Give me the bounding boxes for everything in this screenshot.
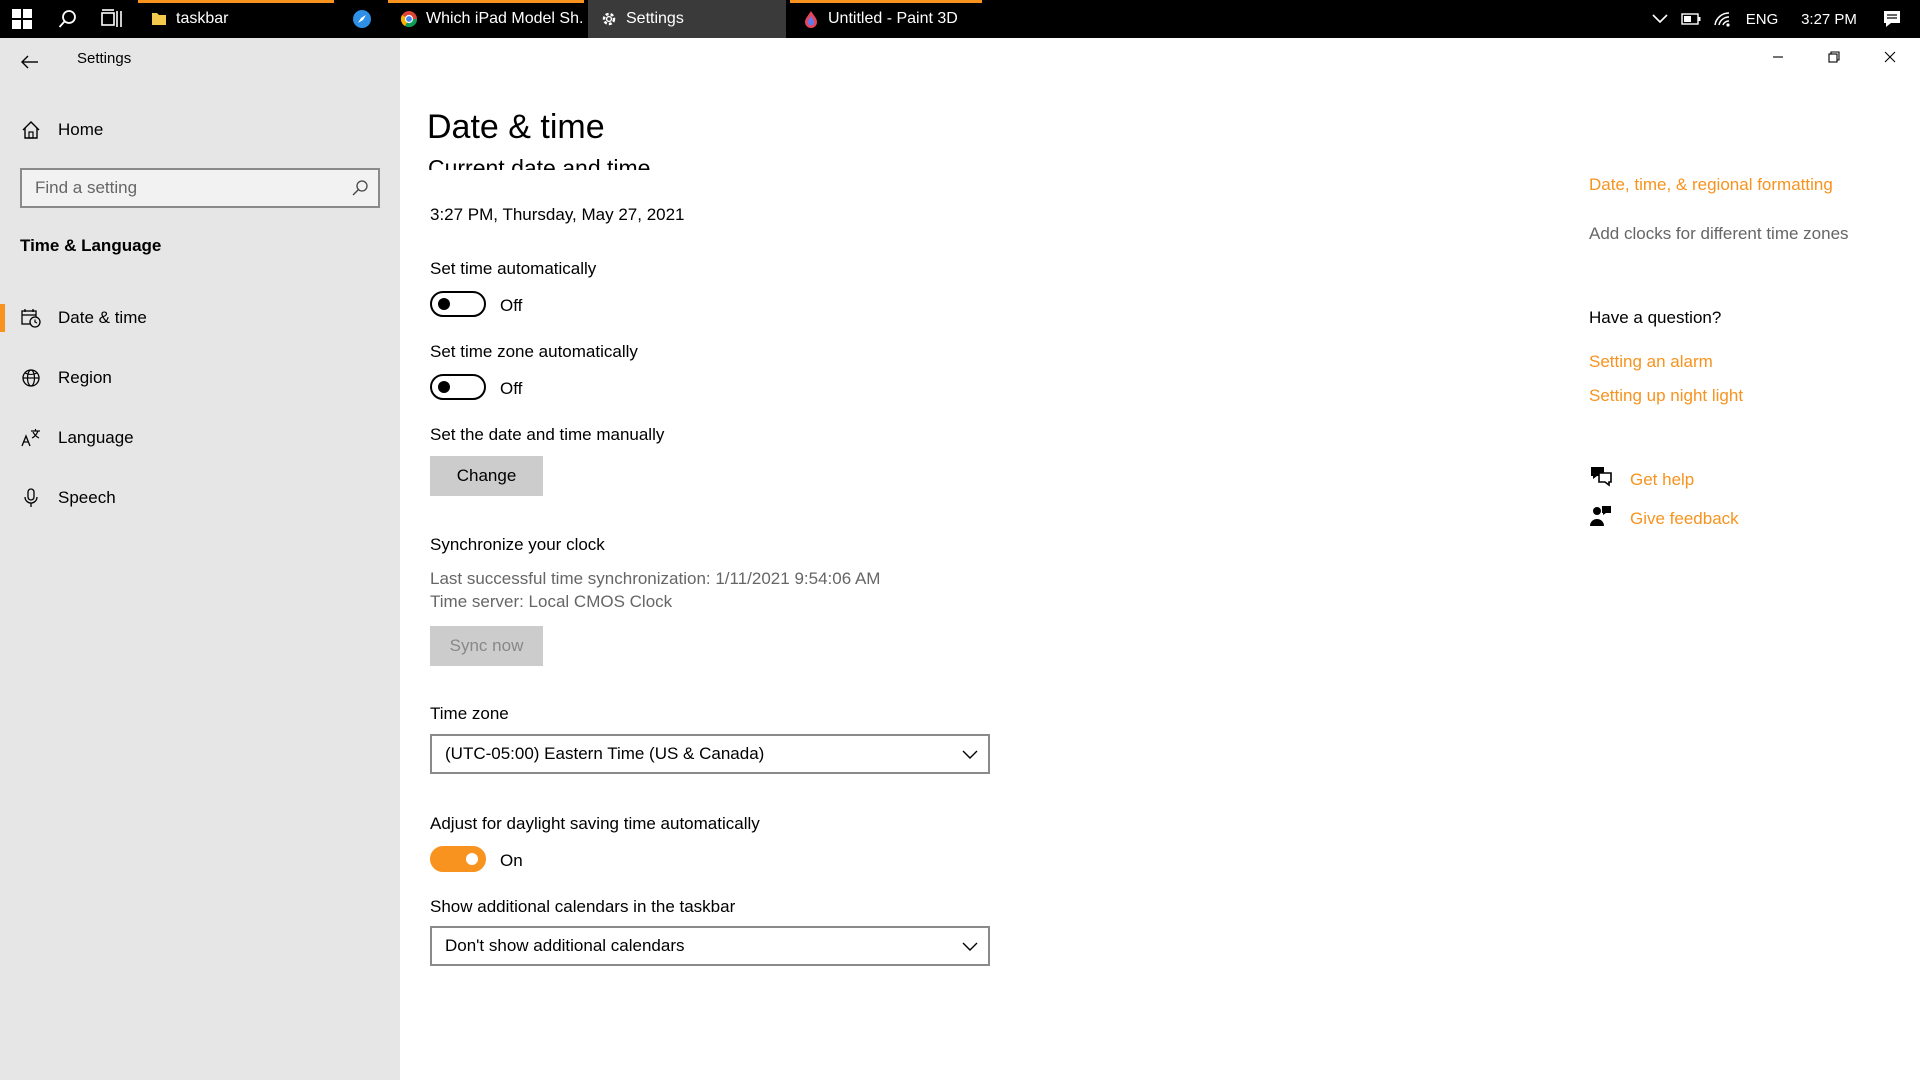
sidebar-item-label: Home — [58, 120, 104, 139]
sidebar-item-region[interactable]: Region — [0, 356, 400, 400]
input-language-button[interactable]: ENG — [1740, 0, 1784, 38]
task-label: Settings — [626, 10, 684, 27]
current-datetime: 3:27 PM, Thursday, May 27, 2021 — [430, 205, 685, 224]
last-sync-text: Last successful time synchronization: 1/… — [430, 569, 881, 588]
sync-heading: Synchronize your clock — [430, 535, 605, 554]
feedback-icon — [1590, 506, 1611, 526]
battery-icon — [1681, 13, 1701, 25]
battery-button[interactable] — [1676, 0, 1706, 38]
set-tz-auto-state: Off — [500, 379, 523, 398]
search-input[interactable] — [22, 170, 332, 206]
task-accent — [138, 0, 334, 3]
task-label: Which iPad Model Sh... — [426, 10, 584, 27]
sidebar-item-label: Region — [58, 368, 112, 387]
taskbar-item-chrome[interactable]: Which iPad Model Sh... — [388, 0, 584, 38]
language-icon — [20, 427, 42, 449]
time-zone-value: (UTC-05:00) Eastern Time (US & Canada) — [445, 744, 765, 763]
night-light-link[interactable]: Setting up night light — [1589, 386, 1743, 406]
give-feedback-link[interactable]: Give feedback — [1630, 509, 1739, 529]
calendars-value: Don't show additional calendars — [445, 936, 685, 955]
task-accent — [790, 0, 982, 3]
microphone-icon — [20, 487, 42, 509]
set-time-auto-label: Set time automatically — [430, 259, 597, 278]
windows-logo-icon — [12, 9, 32, 29]
set-tz-auto-toggle[interactable] — [430, 374, 486, 400]
sidebar-item-label: Date & time — [58, 308, 147, 327]
task-view-button[interactable] — [92, 0, 132, 38]
taskbar-item-paint3d[interactable]: Untitled - Paint 3D — [790, 0, 982, 38]
sidebar-item-speech[interactable]: Speech — [0, 476, 400, 520]
add-clocks-text: Add clocks for different time zones — [1589, 224, 1849, 243]
set-tz-auto-label: Set time zone automatically — [430, 342, 638, 361]
main-content: Date & time Current date and time 3:27 P… — [400, 38, 1920, 1080]
calendars-dropdown[interactable]: Don't show additional calendars — [430, 926, 990, 966]
sync-now-button[interactable]: Sync now — [430, 626, 543, 666]
notifications-icon — [1884, 11, 1900, 27]
section-subtitle: Current date and time — [428, 155, 651, 170]
sidebar-item-date-time[interactable]: Date & time — [0, 296, 400, 340]
action-center-button[interactable] — [1872, 0, 1912, 38]
chrome-icon — [400, 11, 418, 28]
toggle-knob — [466, 853, 478, 865]
task-view-icon — [101, 9, 122, 27]
get-help-link[interactable]: Get help — [1630, 470, 1694, 490]
network-button[interactable] — [1708, 0, 1738, 38]
change-button[interactable]: Change — [430, 456, 543, 496]
get-help-icon — [1591, 467, 1612, 487]
set-time-auto-state: Off — [500, 296, 523, 315]
manual-datetime-label: Set the date and time manually — [430, 425, 665, 444]
page-title: Date & time — [427, 108, 605, 146]
set-time-auto-toggle[interactable] — [430, 291, 486, 317]
calendar-clock-icon — [20, 307, 42, 329]
search-icon[interactable] — [350, 178, 370, 198]
paint3d-icon — [805, 11, 817, 28]
search-icon — [58, 10, 76, 28]
regional-formatting-link[interactable]: Date, time, & regional formatting — [1589, 175, 1833, 195]
time-zone-label: Time zone — [430, 704, 509, 723]
time-zone-dropdown[interactable]: (UTC-05:00) Eastern Time (US & Canada) — [430, 734, 990, 774]
toggle-knob — [438, 381, 450, 393]
sidebar: Settings Home Time & Language Date & tim… — [0, 38, 400, 1080]
search-box — [20, 168, 380, 208]
back-arrow-icon — [21, 55, 38, 69]
taskbar-item-settings[interactable]: Settings — [588, 0, 786, 38]
taskbar-item-pinned-app[interactable] — [342, 0, 382, 38]
question-heading: Have a question? — [1589, 308, 1722, 327]
dst-state: On — [500, 851, 523, 870]
sidebar-item-home[interactable]: Home — [0, 108, 400, 152]
start-button[interactable] — [2, 0, 42, 38]
task-label: taskbar — [176, 10, 229, 27]
compass-icon — [353, 10, 371, 28]
back-button[interactable] — [14, 46, 46, 78]
chevron-down-icon — [962, 942, 978, 951]
toggle-knob — [438, 298, 450, 310]
clock-button[interactable]: 3:27 PM — [1786, 0, 1872, 38]
sidebar-item-label: Language — [58, 428, 134, 447]
setting-alarm-link[interactable]: Setting an alarm — [1589, 352, 1713, 372]
folder-icon — [152, 13, 166, 25]
chevron-up-icon — [1652, 14, 1668, 24]
section-heading: Time & Language — [20, 236, 162, 255]
task-accent — [388, 0, 584, 3]
dst-label: Adjust for daylight saving time automati… — [430, 814, 760, 833]
wifi-icon — [1714, 12, 1730, 27]
app-title: Settings — [77, 50, 132, 67]
time-server-text: Time server: Local CMOS Clock — [430, 592, 673, 611]
calendars-label: Show additional calendars in the taskbar — [430, 897, 736, 916]
taskbar: taskbar Which iPad Model Sh... Settings … — [0, 0, 1920, 38]
show-hidden-icons-button[interactable] — [1645, 0, 1675, 38]
taskbar-item-taskbar-folder[interactable]: taskbar — [138, 0, 334, 38]
dst-toggle[interactable] — [430, 846, 486, 872]
globe-icon — [20, 367, 42, 389]
search-button[interactable] — [48, 0, 88, 38]
chevron-down-icon — [962, 750, 978, 759]
task-label: Untitled - Paint 3D — [828, 10, 958, 27]
home-icon — [20, 119, 42, 141]
gear-icon — [602, 12, 616, 26]
sidebar-item-language[interactable]: Language — [0, 416, 400, 460]
sidebar-item-label: Speech — [58, 488, 116, 507]
